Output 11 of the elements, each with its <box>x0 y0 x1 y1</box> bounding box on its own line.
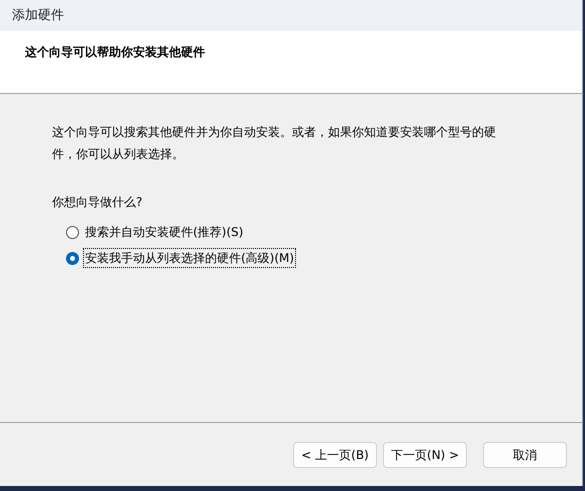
radio-button[interactable] <box>66 252 79 264</box>
option-label[interactable]: 搜索并自动安装硬件(推荐)(S) <box>83 222 246 242</box>
option-label[interactable]: 安装我手动从列表选择的硬件(高级)(M) <box>83 248 296 268</box>
window-title: 添加硬件 <box>12 6 64 25</box>
next-button[interactable]: 下一页(N) > <box>383 442 467 468</box>
question-label: 你想向导做什么? <box>52 194 144 211</box>
radio-button[interactable] <box>66 226 79 238</box>
back-button[interactable]: < 上一页(B) <box>293 442 377 468</box>
header-title: 这个向导可以帮助你安装其他硬件 <box>25 44 205 61</box>
cancel-button[interactable]: 取消 <box>483 442 567 468</box>
description-text: 这个向导可以搜索其他硬件并为你自动安装。或者，如果你知道要安装哪个型号的硬件，你可以从列表选择。 <box>52 124 497 163</box>
